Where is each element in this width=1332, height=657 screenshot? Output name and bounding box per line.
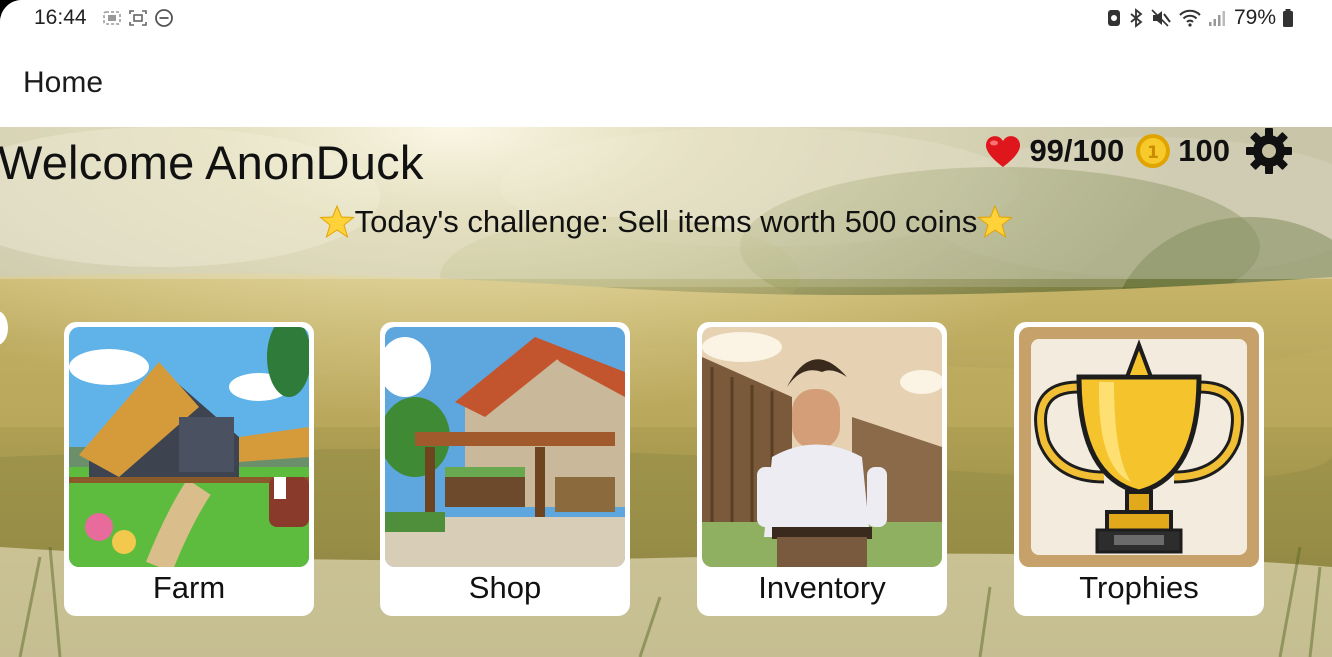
welcome-text: Welcome AnonDuck — [0, 136, 424, 189]
daily-challenge: Today's challenge: Sell items worth 500 … — [0, 204, 1332, 240]
coin-icon: 1 — [1136, 134, 1171, 168]
menu-card-shop[interactable]: Shop — [380, 322, 630, 616]
menu-card-label: Trophies — [1079, 570, 1199, 605]
app-bar-title: Home — [23, 66, 104, 99]
status-time: 16:44 — [34, 6, 87, 29]
battery-icon — [1283, 9, 1293, 27]
farm-barn-image — [69, 327, 309, 567]
status-right-icons: 79% — [1106, 6, 1294, 30]
status-left-icons — [102, 8, 174, 28]
coins-value: 100 — [1178, 133, 1230, 168]
heart-icon — [986, 136, 1021, 167]
menu-card-label: Inventory — [758, 570, 886, 605]
do-not-disturb-icon — [155, 9, 173, 27]
screenshot-icon — [103, 11, 121, 25]
status-bar: 16:44 79% — [0, 0, 1332, 36]
svg-text:1: 1 — [1147, 143, 1159, 163]
menu-card-label: Farm — [152, 570, 226, 605]
star-icon — [318, 205, 355, 239]
wifi-icon — [1179, 9, 1201, 27]
menu-card-inventory[interactable]: Inventory — [697, 322, 947, 616]
shop-market-image — [385, 327, 625, 567]
bluetooth-icon — [1130, 8, 1143, 28]
app-screen: 16:44 79% Home Welcome AnonDuck 99/100 1… — [0, 0, 1332, 657]
menu-card-label: Shop — [468, 570, 542, 605]
signal-icon — [1208, 11, 1225, 26]
player-stats: 99/100 1 100 — [983, 127, 1294, 175]
home-content: Welcome AnonDuck 99/100 1 100 Today's ch… — [0, 127, 1332, 657]
app-bar: Home — [0, 36, 1332, 127]
gear-icon[interactable] — [1244, 127, 1294, 176]
battery-percent: 79% — [1233, 6, 1276, 29]
screen-record-icon — [129, 10, 147, 26]
menu-card-trophies[interactable]: Trophies — [1014, 322, 1264, 616]
trophy-image — [1019, 327, 1259, 567]
nfc-icon — [1107, 10, 1120, 26]
challenge-text: Today's challenge: Sell items worth 500 … — [354, 204, 978, 239]
mute-icon — [1151, 9, 1171, 27]
menu-card-farm[interactable]: Farm — [64, 322, 314, 616]
health-value: 99/100 — [1029, 133, 1125, 168]
farmer-character-image — [702, 327, 942, 567]
star-icon — [977, 205, 1014, 239]
